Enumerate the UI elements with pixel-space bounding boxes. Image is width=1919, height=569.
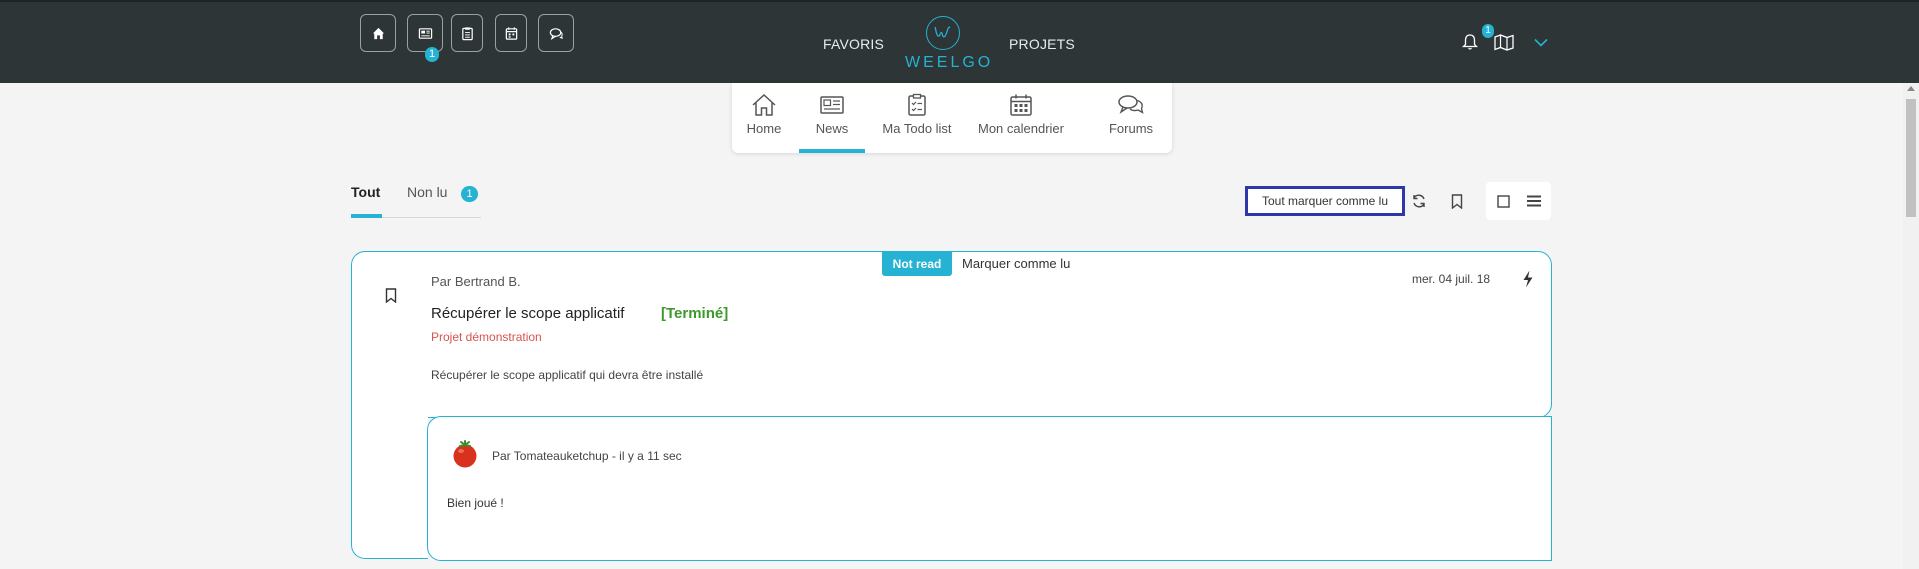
news-count-badge: 1 [425,47,439,62]
lightning-icon[interactable] [1522,270,1534,288]
tab-tout[interactable]: Tout [351,184,380,200]
comment-text: Bien joué ! [447,496,504,510]
nav-projets-link[interactable]: PROJETS [1009,36,1075,52]
news-date: mer. 04 juil. 18 [1412,272,1491,286]
clipboard-icon [461,26,473,40]
tab-non-lu[interactable]: Non lu [407,184,447,200]
active-tab-indicator [799,149,865,153]
home-icon [752,93,776,116]
bell-icon[interactable] [1462,33,1478,51]
news-title[interactable]: Récupérer le scope applicatif [431,305,624,322]
nav-favoris-link[interactable]: FAVORIS [823,36,884,52]
filter-tabs: Tout Non lu 1 [351,181,481,218]
subnav-calendar[interactable]: Mon calendrier [972,83,1070,153]
subnav-todo-label: Ma Todo list [882,121,952,136]
newspaper-icon [418,27,432,39]
refresh-icon [1413,194,1425,208]
news-card-border [351,417,428,559]
calendar-icon [505,26,517,40]
weelgo-logo-icon[interactable] [926,16,960,50]
subnav-home-label: Home [746,121,782,136]
active-filter-indicator [351,214,382,218]
logo-mark-icon [934,26,951,38]
quick-home-button[interactable] [360,14,396,52]
bookmarks-filter-button[interactable] [1444,188,1470,214]
subnav-home[interactable]: Home [745,83,783,153]
subnav-forums-label: Forums [1108,121,1154,136]
unread-count-badge: 1 [461,186,478,202]
bookmark-icon [1451,193,1463,209]
scroll-up-arrow[interactable] [1907,86,1915,91]
comment-card [427,416,1552,561]
chat-icon [549,27,563,40]
subnav-news[interactable]: News [799,83,865,153]
top-navbar: 1 FAVORIS WEELGO PROJETS 1 [0,0,1919,83]
quick-calendar-button[interactable] [495,14,527,52]
subnav-todo[interactable]: Ma Todo list [878,83,956,153]
map-icon[interactable] [1494,34,1514,51]
subnav-forums[interactable]: Forums [1106,83,1156,153]
home-icon [372,27,384,39]
not-read-badge: Not read [882,251,952,276]
news-author: Par Bertrand B. [431,274,521,289]
quick-todo-button[interactable] [451,14,483,52]
subnav-calendar-label: Mon calendrier [978,121,1064,136]
newspaper-icon [820,96,844,114]
chevron-down-icon[interactable] [1534,38,1548,47]
bookmark-icon[interactable] [385,288,397,303]
list-view-icon[interactable] [1527,195,1541,207]
card-view-icon[interactable] [1497,195,1510,208]
logo-text[interactable]: WEELGO [905,54,993,72]
news-project-link[interactable]: Projet démonstration [431,330,542,344]
comment-author: Par Tomateauketchup - il y a 11 sec [492,449,682,463]
chat-icon [1118,95,1144,114]
quick-news-button[interactable]: 1 [407,14,443,62]
section-nav: Home News Ma Todo list Mon calendrier Fo… [732,83,1172,153]
view-toggle [1486,182,1551,220]
news-description: Récupérer le scope applicatif qui devra … [431,368,704,382]
quick-forums-button[interactable] [538,14,574,52]
clipboard-icon [908,93,926,116]
subnav-news-label: News [815,121,849,136]
refresh-button[interactable] [1406,188,1432,214]
calendar-icon [1010,94,1032,116]
mark-all-read-button[interactable]: Tout marquer comme lu [1245,186,1405,216]
news-status: [Terminé] [661,305,729,322]
notification-badge: 1 [1482,24,1494,38]
avatar [453,440,477,468]
mark-read-link[interactable]: Marquer comme lu [962,256,1070,271]
scrollbar-thumb[interactable] [1906,99,1916,217]
